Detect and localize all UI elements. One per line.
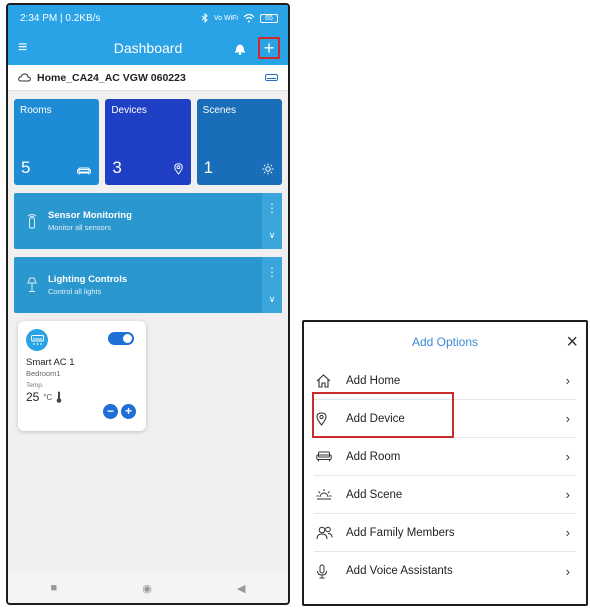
- panel-actions: ⋮ ∨: [262, 193, 282, 249]
- add-device-highlight: [312, 392, 454, 438]
- ac-device-icon: [26, 329, 48, 351]
- panel-actions: ⋮ ∨: [262, 257, 282, 313]
- devices-count: 3: [112, 158, 122, 177]
- home-selector[interactable]: Home_CA24_AC VGW 060223: [8, 65, 288, 91]
- thermometer-icon: [57, 391, 62, 403]
- recent-apps-icon[interactable]: ■: [51, 582, 58, 594]
- network-label: Vo WiFi: [213, 14, 238, 22]
- phone-screen: 2:34 PM | 0.2KB/s Vo WiFi 65 ≡ Dashboard…: [6, 3, 290, 605]
- chevron-right-icon: ›: [565, 563, 570, 579]
- rooms-label: Rooms: [20, 105, 52, 116]
- sun-icon: [316, 488, 338, 501]
- option-label: Add Home: [346, 374, 401, 387]
- microphone-icon: [316, 564, 338, 579]
- status-bar: 2:34 PM | 0.2KB/s Vo WiFi 65: [8, 5, 288, 31]
- add-options-sheet: Add Options × Add Home › Add Device › Ad…: [302, 320, 588, 606]
- chevron-right-icon: ›: [565, 449, 570, 464]
- status-icons: Vo WiFi 65: [201, 13, 278, 23]
- decrease-temp-button[interactable]: −: [103, 404, 118, 419]
- home-name: Home_CA24_AC VGW 060223: [37, 71, 186, 84]
- chevron-down-icon[interactable]: ∨: [269, 230, 276, 241]
- option-label: Add Voice Assistants: [346, 565, 453, 577]
- sensor-icon: [24, 213, 40, 229]
- scenes-label: Scenes: [202, 105, 237, 116]
- plus-icon: +: [263, 38, 275, 58]
- home-nav-icon[interactable]: ◉: [142, 582, 152, 595]
- temp-value: 25: [26, 390, 40, 404]
- increase-temp-button[interactable]: +: [121, 404, 136, 419]
- power-toggle[interactable]: [108, 332, 134, 345]
- option-add-voice-assistants[interactable]: Add Voice Assistants ›: [314, 552, 576, 590]
- add-options-header: Add Options ×: [304, 322, 586, 362]
- device-name: Smart AC 1: [26, 357, 75, 368]
- panel-title: Sensor Monitoring: [48, 210, 132, 221]
- option-label: Add Scene: [346, 488, 403, 501]
- lighting-controls-panel[interactable]: Lighting Controls Control all lights ⋮ ∨: [14, 257, 282, 313]
- status-time: 2:34 PM | 0.2KB/s: [20, 12, 101, 24]
- more-vertical-icon[interactable]: ⋮: [266, 265, 278, 279]
- option-label: Add Family Members: [346, 526, 455, 539]
- location-pin-icon: [173, 163, 183, 175]
- panel-subtitle: Monitor all sensors: [48, 223, 111, 232]
- system-nav-bar: ■ ◉ ◀: [8, 573, 288, 603]
- sensor-monitoring-panel[interactable]: Sensor Monitoring Monitor all sensors ⋮ …: [14, 193, 282, 249]
- cloud-icon: [18, 73, 31, 82]
- chevron-right-icon: ›: [565, 487, 570, 502]
- users-icon: [316, 526, 338, 540]
- scenes-count: 1: [203, 158, 214, 177]
- option-add-scene[interactable]: Add Scene ›: [314, 476, 576, 514]
- rooms-count: 5: [21, 158, 31, 177]
- option-add-family-members[interactable]: Add Family Members ›: [314, 514, 576, 552]
- home-icon: [316, 373, 338, 388]
- battery-icon: 65: [260, 13, 278, 23]
- sun-icon: [262, 163, 274, 175]
- temp-label: Temp.: [26, 382, 44, 389]
- scenes-tile[interactable]: Scenes 1: [196, 99, 282, 185]
- lamp-icon: [24, 277, 40, 293]
- chevron-right-icon: ›: [565, 373, 570, 388]
- chevron-right-icon: ›: [565, 525, 570, 540]
- add-button[interactable]: +: [258, 37, 280, 59]
- option-label: Add Room: [346, 450, 401, 463]
- device-room: Bedroom1: [26, 369, 61, 378]
- wifi-icon: [243, 13, 255, 23]
- temperature-readout: 25 °C: [26, 390, 138, 404]
- chevron-down-icon[interactable]: ∨: [269, 294, 276, 305]
- rooms-tile[interactable]: Rooms 5: [14, 99, 100, 185]
- panel-subtitle: Control all lights: [48, 287, 102, 296]
- sofa-icon: [77, 166, 92, 175]
- ac-unit-icon[interactable]: [265, 74, 278, 81]
- hamburger-icon[interactable]: ≡: [18, 39, 38, 57]
- temp-unit: °C: [43, 392, 53, 402]
- app-bar: ≡ Dashboard +: [8, 31, 288, 65]
- sofa-icon: [316, 451, 338, 462]
- panel-title: Lighting Controls: [48, 274, 128, 285]
- device-card-smart-ac[interactable]: Smart AC 1 Bedroom1 Temp. 25 °C − +: [18, 321, 146, 431]
- add-options-title: Add Options: [411, 335, 479, 349]
- close-icon[interactable]: ×: [566, 332, 578, 352]
- summary-tiles: Rooms 5 Devices 3 Scenes 1: [8, 91, 288, 185]
- chevron-right-icon: ›: [565, 411, 570, 426]
- devices-label: Devices: [111, 105, 147, 116]
- bluetooth-icon: [201, 13, 208, 23]
- option-add-room[interactable]: Add Room ›: [314, 438, 576, 476]
- bell-icon[interactable]: [232, 40, 248, 56]
- devices-tile[interactable]: Devices 3: [105, 99, 191, 185]
- back-icon[interactable]: ◀: [237, 582, 245, 595]
- more-vertical-icon[interactable]: ⋮: [266, 201, 278, 215]
